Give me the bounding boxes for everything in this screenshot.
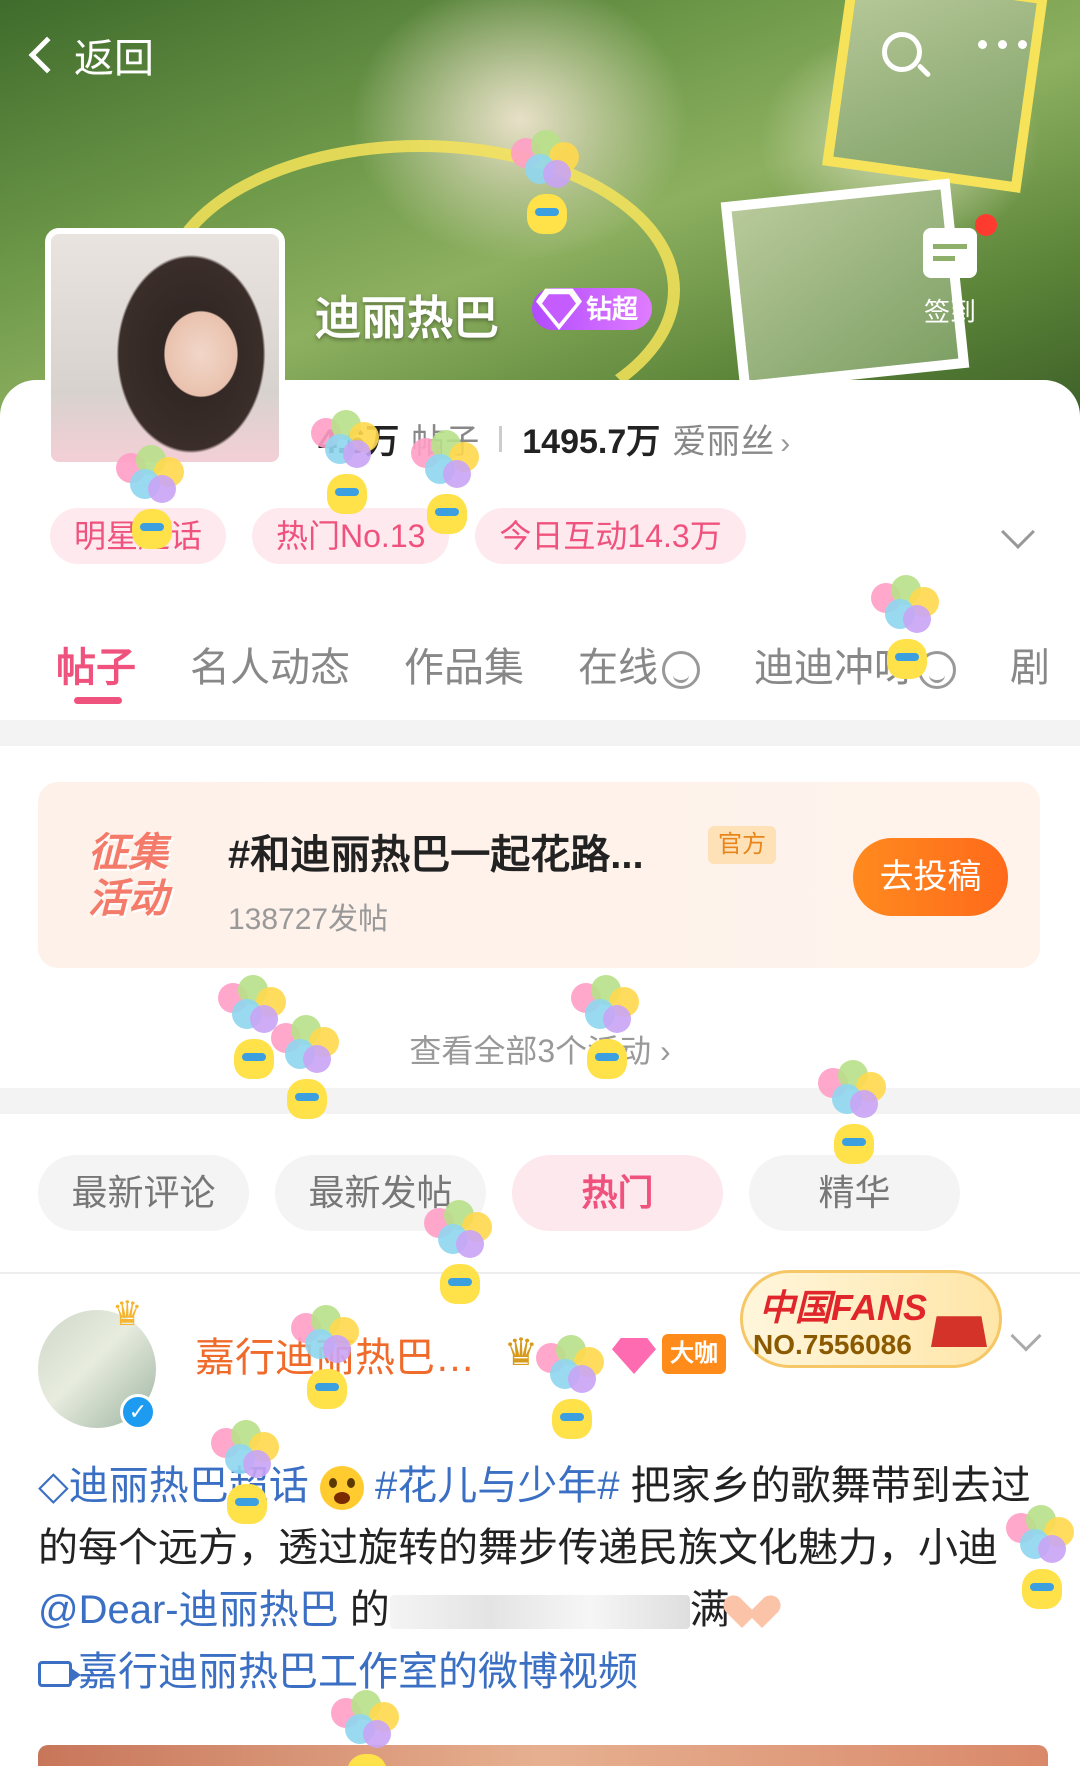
tag-row: 明星超话 热门No.13 今日互动14.3万 (50, 508, 746, 564)
china-fans-badge[interactable]: 中国FANS NO.7556086 (740, 1270, 1002, 1368)
sort-latest-posts[interactable]: 最新发帖 (275, 1155, 486, 1231)
stats-divider (499, 425, 503, 452)
post-text: 的 (338, 1588, 390, 1632)
more-options-button[interactable] (978, 40, 1027, 49)
blurred-text (389, 1595, 690, 1630)
diamond-icon (536, 288, 582, 330)
level-badge: 大咖 (662, 1334, 726, 1374)
post-author-avatar[interactable]: ♛ ✓ (38, 1295, 156, 1430)
checkin-label: 签到 (923, 297, 976, 327)
tab-bar: 帖子 名人动态 作品集 在线 迪迪冲呀 剧 (56, 635, 1050, 704)
verified-icon: ✓ (120, 1394, 156, 1430)
tab-didi-go-label: 迪迪冲呀 (754, 646, 914, 690)
tab-celebrity-updates[interactable]: 名人动态 (190, 635, 350, 693)
tab-didi-go[interactable]: 迪迪冲呀 (754, 635, 956, 693)
fans-number: NO.7556086 (753, 1329, 912, 1360)
post-media-thumbnail[interactable] (38, 1745, 1048, 1766)
checkin-button[interactable]: 签到 (905, 214, 997, 329)
post-content: ◇迪丽热巴超话 #花儿与少年# 把家乡的歌舞带到去过的每个远方，透过旋转的舞步传… (38, 1455, 1048, 1703)
search-icon (882, 32, 922, 72)
chevron-right-icon: › (780, 427, 791, 460)
activity-post-count: 138727发帖 (228, 903, 389, 936)
view-all-activities-link[interactable]: 查看全部3个活动 › (0, 1026, 1080, 1072)
fans-label: 爱丽丝 (672, 423, 775, 461)
activity-title: #和迪丽热巴一起花路... (228, 833, 644, 877)
tab-posts[interactable]: 帖子 (56, 635, 136, 704)
smile-face-icon (662, 651, 700, 690)
banner-photo (822, 0, 1048, 193)
calendar-icon (923, 228, 977, 278)
chevron-left-icon (28, 36, 66, 74)
badge-label: 钻超 (586, 294, 639, 324)
activity-card[interactable]: 征集 活动 #和迪丽热巴一起花路... 官方 138727发帖 去投稿 (38, 782, 1040, 968)
stats-row[interactable]: 4.6万 帖子 1495.7万 爱丽丝 › (318, 414, 790, 463)
tab-drama[interactable]: 剧 (1010, 635, 1050, 693)
chevron-down-icon[interactable] (1001, 515, 1035, 549)
post-author-name[interactable]: 嘉行迪丽热巴… (195, 1325, 475, 1383)
fans-count: 1495.7万 (522, 423, 661, 461)
balloon-sticker-icon (530, 1335, 610, 1455)
sort-featured[interactable]: 精华 (749, 1155, 960, 1231)
back-label: 返回 (74, 37, 154, 81)
fans-brand: 中国FANS (759, 1287, 928, 1328)
sort-hot[interactable]: 热门 (512, 1155, 723, 1231)
video-icon (38, 1661, 81, 1688)
crown-icon: ♛ (112, 1295, 143, 1333)
heart-hands-icon (730, 1592, 774, 1632)
video-link[interactable]: 嘉行迪丽热巴工作室的微博视频 (38, 1650, 638, 1694)
section-divider (0, 1088, 1080, 1114)
hashtag-link[interactable]: #花儿与少年# (375, 1464, 620, 1508)
community-name: 迪丽热巴 (315, 292, 499, 344)
tab-online[interactable]: 在线 (578, 635, 700, 693)
submit-post-button[interactable]: 去投稿 (853, 838, 1008, 916)
more-dots-icon (978, 40, 987, 49)
diamond-super-badge[interactable]: 钻超 (532, 288, 653, 330)
mention-link[interactable]: @Dear-迪丽热巴 (38, 1588, 339, 1632)
face-icon (918, 651, 956, 690)
sort-filter-row: 最新评论 最新发帖 热门 精华 (38, 1155, 960, 1231)
shocked-emoji-icon (319, 1466, 364, 1511)
post-menu-chevron-icon[interactable] (1010, 1320, 1042, 1352)
sort-latest-comments[interactable]: 最新评论 (38, 1155, 249, 1231)
back-button[interactable]: 返回 (28, 26, 154, 84)
tag-star-topic[interactable]: 明星超话 (50, 508, 227, 564)
official-badge: 官方 (708, 826, 776, 864)
diamond-badge-icon (612, 1338, 656, 1374)
search-button[interactable] (878, 28, 934, 84)
community-avatar[interactable] (45, 228, 285, 468)
posts-label: 帖子 (411, 423, 480, 461)
super-topic-link[interactable]: ◇迪丽热巴超话 (38, 1464, 309, 1508)
crown-badge-icon: ♛ (504, 1332, 539, 1374)
section-divider (0, 720, 1080, 746)
tag-hot-rank[interactable]: 热门No.13 (252, 508, 450, 564)
tab-online-label: 在线 (578, 646, 658, 690)
activity-stamp: 征集 活动 (88, 831, 168, 921)
gate-icon (931, 1316, 987, 1347)
posts-count: 4.6万 (318, 423, 400, 461)
tab-works[interactable]: 作品集 (404, 635, 524, 693)
notification-dot (975, 214, 997, 236)
tag-today-interaction[interactable]: 今日互动14.3万 (475, 508, 746, 564)
